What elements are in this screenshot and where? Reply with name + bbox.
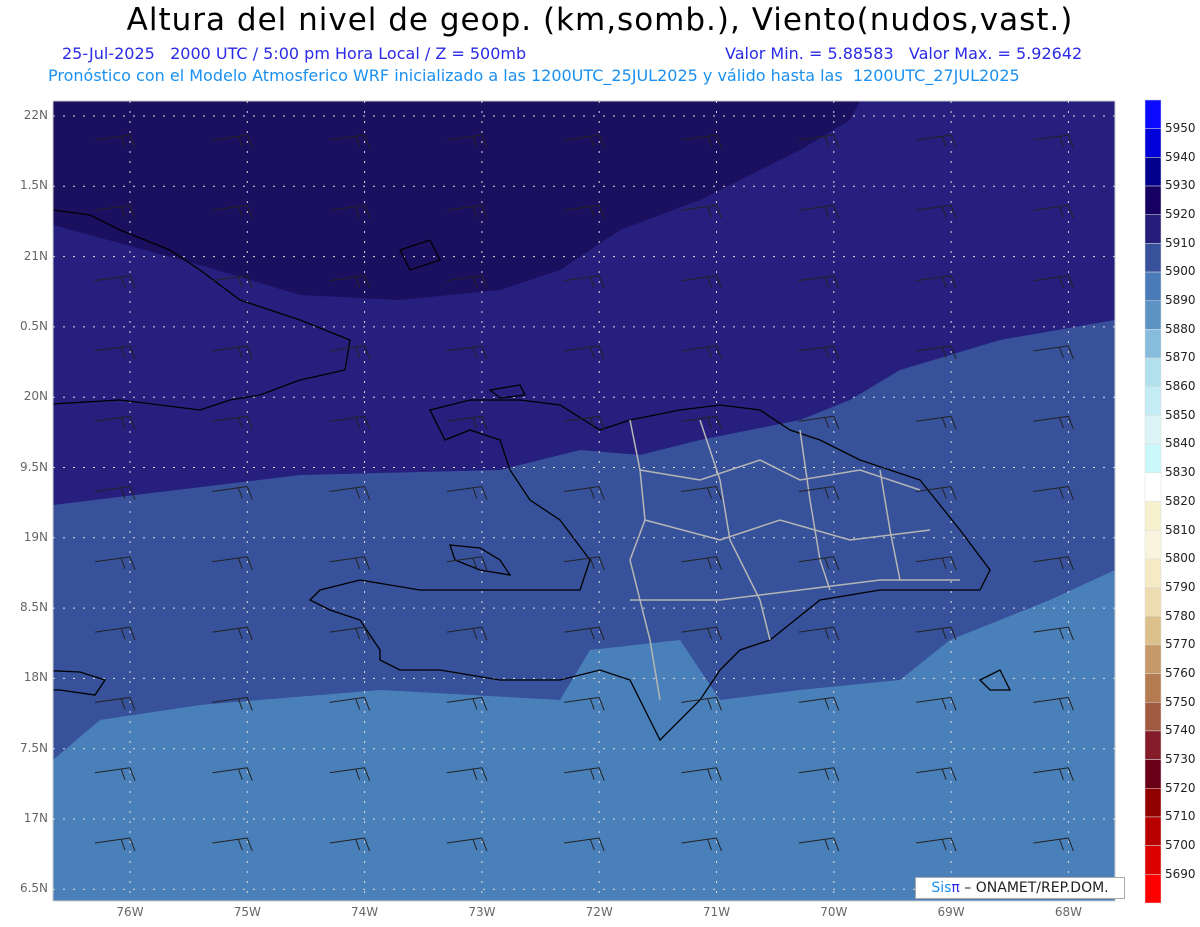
lat-label: 19N [23, 529, 48, 544]
lon-label: 72W [585, 905, 613, 919]
lat-label: 7.5N [19, 740, 48, 755]
colorbar-label: 5770 [1165, 637, 1196, 652]
colorbar-label: 5730 [1165, 751, 1196, 766]
colorbar-label: 5740 [1165, 723, 1196, 738]
lat-label: 8.5N [19, 600, 48, 615]
colorbar-swatch [1144, 615, 1162, 646]
colorbar-label: 5810 [1165, 522, 1196, 537]
lon-label: 68W [1054, 905, 1082, 919]
colorbar-swatch [1144, 730, 1162, 760]
colorbar-label: 5930 [1165, 178, 1196, 193]
colorbar-swatch [1144, 128, 1162, 158]
lat-label: 1.5N [19, 178, 48, 193]
colorbar-swatch [1144, 472, 1162, 502]
colorbar-swatch [1144, 816, 1162, 846]
lat-label: 0.5N [19, 318, 48, 333]
credit-box: Sisπ – ONAMET/REP.DOM. [915, 877, 1125, 899]
wind-barb [1151, 908, 1191, 921]
colorbar-label: 5760 [1165, 665, 1196, 680]
lon-label: 76W [116, 905, 144, 919]
lon-label: 74W [351, 905, 379, 919]
lat-label: 9.5N [19, 459, 48, 474]
lon-label: 71W [702, 905, 731, 919]
colorbar-label: 5940 [1165, 149, 1196, 164]
colorbar-label: 5850 [1165, 407, 1196, 422]
colorbar-swatch [1144, 673, 1162, 703]
colorbar-swatch [1144, 300, 1162, 330]
credit-text: – ONAMET/REP.DOM. [959, 880, 1109, 896]
colorbar-swatch [1144, 157, 1162, 187]
colorbar-swatch [1144, 558, 1162, 588]
colorbar-label: 5900 [1165, 264, 1196, 279]
colorbar-swatch [1144, 759, 1162, 789]
colorbar-label: 5870 [1165, 350, 1196, 365]
lat-label: 6.5N [19, 881, 48, 896]
colorbar-label: 5780 [1165, 608, 1196, 623]
map-canvas [52, 99, 1191, 921]
sis-logo-text: Sis [931, 880, 952, 896]
colorbar-swatch [1144, 271, 1162, 302]
colorbar-swatch [1144, 185, 1162, 215]
colorbar-swatch [1144, 702, 1162, 732]
colorbar-swatch [1144, 415, 1162, 445]
colorbar-swatch [1144, 329, 1162, 359]
colorbar-swatch [1144, 443, 1162, 474]
pi-logo: π [951, 880, 960, 896]
colorbar-label: 5910 [1165, 235, 1196, 250]
colorbar-label: 5800 [1165, 551, 1196, 566]
colorbar-label: 5830 [1165, 465, 1196, 480]
lon-label: 70W [820, 905, 848, 919]
colorbar-swatch [1144, 529, 1162, 560]
colorbar-label: 5790 [1165, 579, 1196, 594]
colorbar-swatch [1144, 99, 1162, 129]
colorbar-swatch [1144, 845, 1162, 875]
colorbar-swatch [1144, 587, 1162, 617]
colorbar-label: 5710 [1165, 809, 1196, 824]
colorbar-label: 5950 [1165, 121, 1196, 135]
colorbar-label: 5750 [1165, 694, 1196, 709]
lat-label: 20N [23, 389, 48, 404]
colorbar-swatch [1144, 214, 1162, 244]
colorbar-label: 5690 [1165, 866, 1196, 881]
colorbar-swatch [1144, 644, 1162, 674]
colorbar-swatch [1144, 874, 1162, 904]
colorbar-label: 5920 [1165, 207, 1196, 222]
lat-label: 22N [23, 108, 48, 122]
colorbar-swatch [1144, 386, 1162, 416]
lon-label: 69W [937, 905, 965, 919]
colorbar-swatch [1144, 501, 1162, 531]
colorbar-swatch [1144, 788, 1162, 818]
lon-label: 73W [468, 905, 496, 919]
colorbar-label: 5860 [1165, 379, 1196, 394]
colorbar-label: 5890 [1165, 293, 1196, 308]
colorbar-label: 5880 [1165, 321, 1196, 336]
colorbar-swatch [1144, 243, 1162, 273]
colorbar-label: 5700 [1165, 837, 1196, 852]
lat-label: 17N [23, 811, 48, 825]
colorbar-label: 5840 [1165, 436, 1196, 451]
lat-label: 18N [23, 670, 48, 685]
colorbar [1144, 99, 1162, 904]
colorbar-swatch [1144, 357, 1162, 388]
colorbar-label: 5720 [1165, 780, 1196, 795]
colorbar-label: 5820 [1165, 493, 1196, 508]
lon-label: 75W [233, 905, 261, 919]
lat-label: 21N [23, 248, 48, 263]
